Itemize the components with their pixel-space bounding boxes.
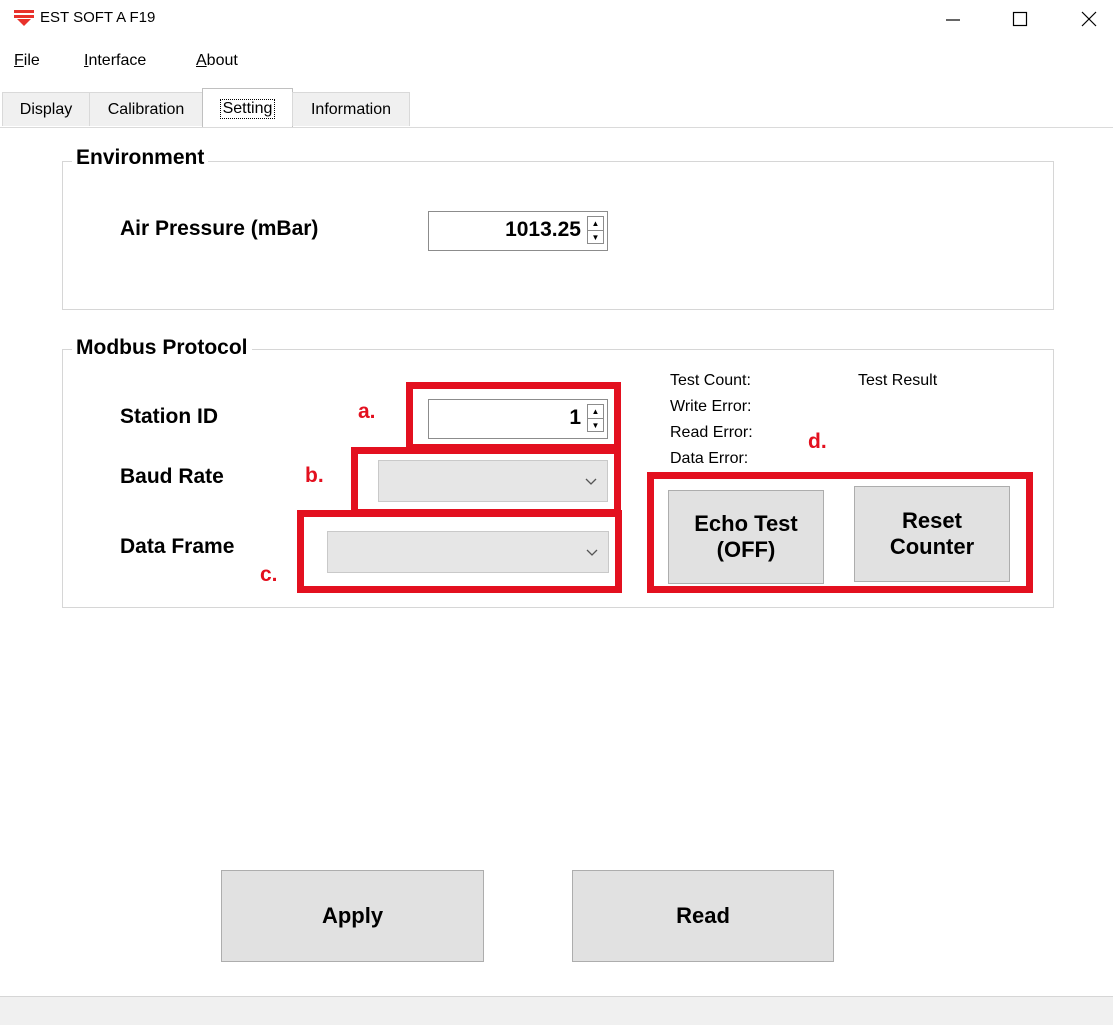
test-result-label: Test Result (858, 372, 938, 389)
annotation-box-a (406, 382, 621, 451)
maximize-icon (1012, 11, 1028, 27)
annotation-box-c (297, 510, 622, 593)
window-title: EST SOFT A F19 (40, 9, 156, 26)
annotation-label-d: d. (808, 430, 827, 453)
menu-interface[interactable]: Interface (84, 52, 146, 70)
spin-up-icon[interactable]: ▲ (588, 217, 603, 231)
annotation-label-c: c. (260, 563, 278, 586)
baud-rate-label: Baud Rate (120, 465, 224, 488)
apply-button[interactable]: Apply (221, 870, 484, 962)
status-bar (0, 996, 1113, 1025)
station-id-label: Station ID (120, 405, 218, 428)
tab-setting[interactable]: Setting (202, 88, 293, 128)
annotation-label-a: a. (358, 400, 376, 423)
environment-group-title: Environment (72, 146, 209, 170)
air-pressure-spinbox[interactable]: 1013.25 ▲ ▼ (428, 211, 608, 251)
menu-file[interactable]: File (14, 52, 40, 70)
maximize-button[interactable] (997, 0, 1043, 38)
air-pressure-label: Air Pressure (mBar) (120, 217, 319, 240)
minimize-button[interactable] (930, 0, 976, 38)
annotation-label-b: b. (305, 464, 324, 487)
test-count-label: Test Count: (670, 372, 751, 389)
tab-display[interactable]: Display (2, 92, 90, 126)
tab-strip: Display Calibration Setting Information (0, 88, 1113, 128)
app-logo-icon (14, 10, 34, 26)
annotation-box-d (647, 472, 1033, 593)
menu-bar: File Interface About (0, 48, 1113, 80)
tab-information[interactable]: Information (292, 92, 410, 126)
menu-about[interactable]: About (196, 52, 238, 70)
tab-calibration[interactable]: Calibration (89, 92, 203, 126)
title-bar: EST SOFT A F19 (0, 0, 1113, 40)
read-button[interactable]: Read (572, 870, 834, 962)
modbus-group-title: Modbus Protocol (72, 336, 252, 360)
annotation-box-b (351, 447, 621, 516)
close-button[interactable] (1066, 0, 1112, 38)
data-error-label: Data Error: (670, 450, 749, 467)
write-error-label: Write Error: (670, 398, 752, 415)
spin-down-icon[interactable]: ▼ (588, 231, 603, 244)
air-pressure-value: 1013.25 (505, 218, 581, 241)
tab-divider (0, 127, 1113, 128)
air-pressure-spinner[interactable]: ▲ ▼ (587, 216, 604, 244)
close-icon (1081, 11, 1097, 27)
minimize-icon (946, 19, 960, 21)
read-error-label: Read Error: (670, 424, 753, 441)
data-frame-label: Data Frame (120, 535, 235, 558)
